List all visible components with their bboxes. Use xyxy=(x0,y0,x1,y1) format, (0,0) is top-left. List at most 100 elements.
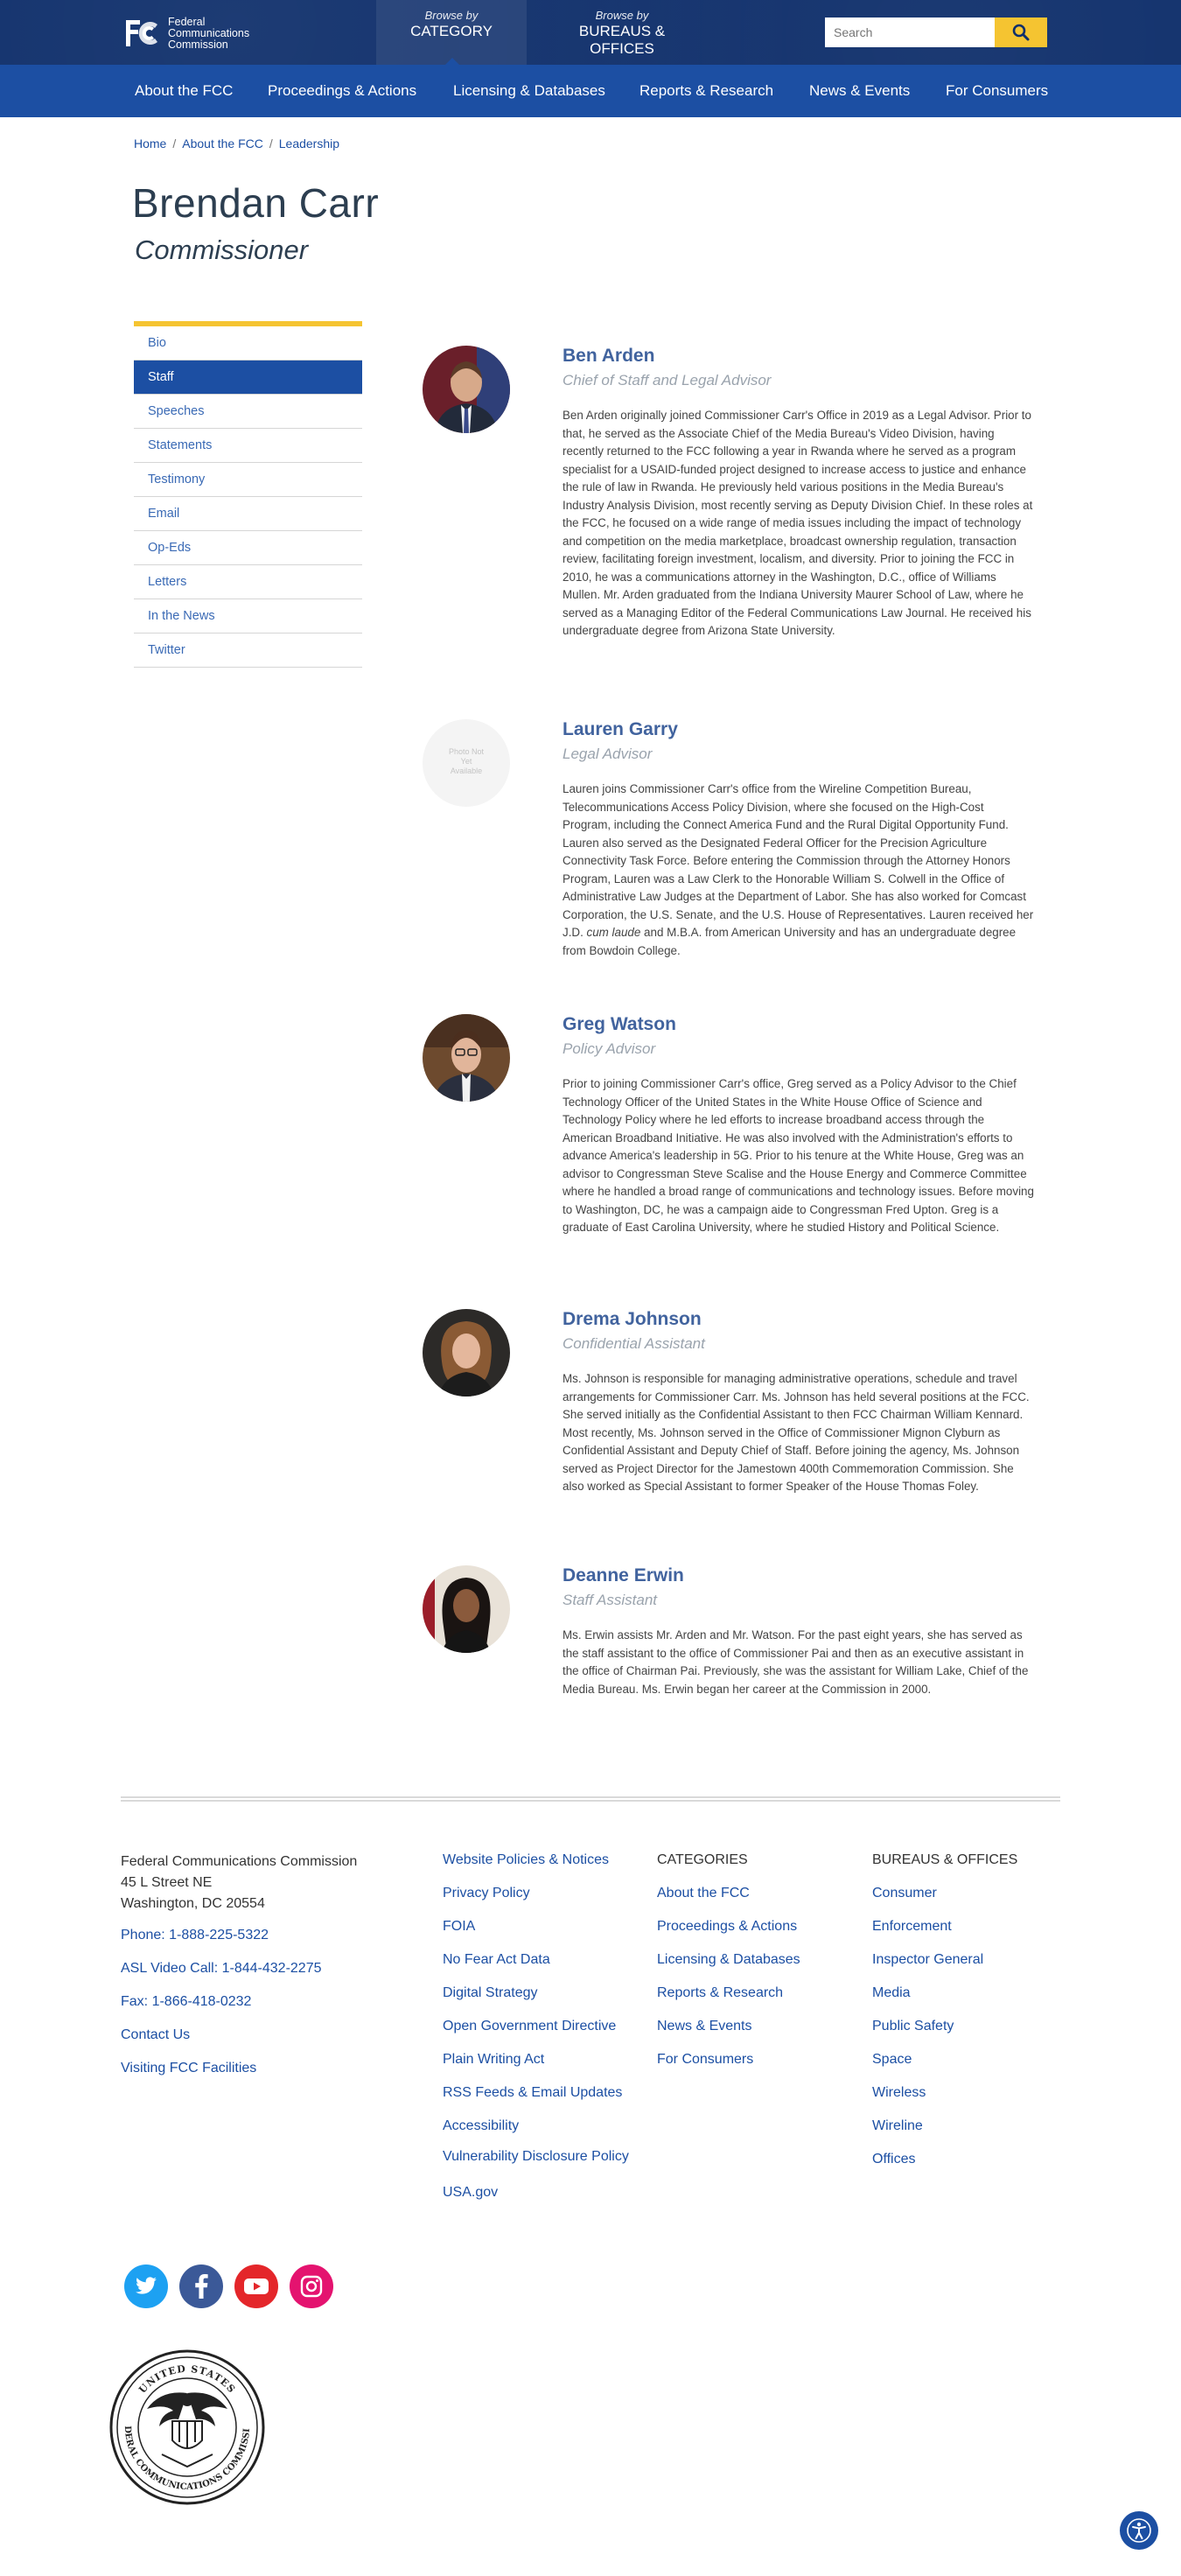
sidebar-item-twitter[interactable]: Twitter xyxy=(134,634,362,668)
nav-about[interactable]: About the FCC xyxy=(135,65,233,117)
footer-category-link[interactable]: Reports & Research xyxy=(657,1984,800,2001)
footer-bureau-link[interactable]: Enforcement xyxy=(872,1918,1017,1935)
site-header: Federal Communications Commission Browse… xyxy=(0,0,1181,66)
sidebar-item-staff[interactable]: Staff xyxy=(134,360,362,395)
sidebar-nav: Bio Staff Speeches Statements Testimony … xyxy=(134,321,362,668)
sidebar-item-testimony[interactable]: Testimony xyxy=(134,463,362,497)
footer-bureau-link[interactable]: Space xyxy=(872,2051,1017,2068)
footer-bureau-link[interactable]: Offices xyxy=(872,2151,1017,2167)
logo-line: Communications xyxy=(168,26,250,39)
footer-link[interactable]: Plain Writing Act xyxy=(443,2051,631,2068)
footer-link[interactable]: Accessibility xyxy=(443,2118,631,2134)
breadcrumb-leadership[interactable]: Leadership xyxy=(279,136,339,150)
avatar xyxy=(423,1309,510,1396)
footer-category-link[interactable]: News & Events xyxy=(657,2018,800,2034)
youtube-icon[interactable] xyxy=(234,2264,278,2308)
nav-news[interactable]: News & Events xyxy=(809,65,910,117)
footer-visiting-link[interactable]: Visiting FCC Facilities xyxy=(121,2061,322,2094)
browse-title: BUREAUS & OFFICES xyxy=(578,23,666,57)
nav-proceedings[interactable]: Proceedings & Actions xyxy=(268,65,416,117)
accessibility-button[interactable] xyxy=(1120,2511,1158,2550)
footer-bureau-link[interactable]: Consumer xyxy=(872,1885,1017,1901)
twitter-icon[interactable] xyxy=(124,2264,168,2308)
browse-by-bureaus[interactable]: Browse by BUREAUS & OFFICES xyxy=(547,0,697,65)
fcc-logo-text: Federal Communications Commission xyxy=(168,16,250,51)
footer-link[interactable]: Website Policies & Notices xyxy=(443,1852,631,1868)
footer-link[interactable]: Digital Strategy xyxy=(443,1984,631,2001)
fcc-logo[interactable]: Federal Communications Commission xyxy=(122,16,297,51)
footer-contact-link[interactable]: Contact Us xyxy=(121,2027,322,2061)
sidebar-item-op-eds[interactable]: Op-Eds xyxy=(134,531,362,565)
breadcrumb-home[interactable]: Home xyxy=(134,136,166,150)
sidebar-item-speeches[interactable]: Speeches xyxy=(134,395,362,429)
staff-name: Deanne Erwin xyxy=(563,1565,684,1586)
footer-bureau-link[interactable]: Wireless xyxy=(872,2084,1017,2101)
staff-name: Drema Johnson xyxy=(563,1309,702,1329)
footer-link[interactable]: RSS Feeds & Email Updates xyxy=(443,2084,631,2101)
staff-bio: Ms. Johnson is responsible for managing … xyxy=(563,1372,1030,1493)
footer-link[interactable]: No Fear Act Data xyxy=(443,1951,631,1968)
browse-label: Browse by xyxy=(595,9,649,22)
sidebar-item-letters[interactable]: Letters xyxy=(134,565,362,599)
footer-category-link[interactable]: Licensing & Databases xyxy=(657,1951,800,1968)
footer-link[interactable]: Open Government Directive xyxy=(443,2018,631,2034)
footer-divider xyxy=(121,1796,1060,1802)
search-input[interactable] xyxy=(825,18,995,47)
sidebar-item-email[interactable]: Email xyxy=(134,497,362,531)
footer-categories: CATEGORIES About the FCC Proceedings & A… xyxy=(657,1852,800,2084)
sidebar-item-in-the-news[interactable]: In the News xyxy=(134,599,362,634)
avatar xyxy=(423,1565,510,1653)
main-nav: About the FCC Proceedings & Actions Lice… xyxy=(0,65,1181,117)
footer-bureau-link[interactable]: Public Safety xyxy=(872,2018,1017,2034)
footer-bureaus: BUREAUS & OFFICES Consumer Enforcement I… xyxy=(872,1852,1017,2184)
footer-fax-link[interactable]: Fax: 1-866-418-0232 xyxy=(121,1994,322,2027)
footer-street: 45 L Street NE xyxy=(121,1875,213,1890)
footer-category-link[interactable]: Proceedings & Actions xyxy=(657,1918,800,1935)
footer-asl-link[interactable]: ASL Video Call: 1-844-432-2275 xyxy=(121,1961,322,1994)
footer-link[interactable]: Vulnerability Disclosure Policy xyxy=(443,2146,631,2167)
facebook-icon[interactable] xyxy=(179,2264,223,2308)
footer-city: Washington, DC 20554 xyxy=(121,1896,265,1911)
footer-link[interactable]: FOIA xyxy=(443,1918,631,1935)
footer-link[interactable]: Privacy Policy xyxy=(443,1885,631,1901)
staff-role: Policy Advisor xyxy=(563,1040,656,1057)
staff-role: Legal Advisor xyxy=(563,746,653,762)
browse-label: Browse by xyxy=(424,9,479,22)
footer-link[interactable]: USA.gov xyxy=(443,2184,631,2201)
logo-line: Commission xyxy=(168,38,228,51)
fcc-logo-icon xyxy=(122,17,161,50)
breadcrumb-about[interactable]: About the FCC xyxy=(182,136,263,150)
staff-role: Chief of Staff and Legal Advisor xyxy=(563,372,772,388)
footer-bureau-link[interactable]: Wireline xyxy=(872,2118,1017,2134)
footer-bureaus-heading: BUREAUS & OFFICES xyxy=(872,1852,1018,1867)
footer-org-name: Federal Communications Commission xyxy=(121,1854,358,1869)
bio-text: Lauren joins Commissioner Carr's office … xyxy=(563,782,1034,939)
footer-bureau-link[interactable]: Inspector General xyxy=(872,1951,1017,1968)
footer-categories-heading: CATEGORIES xyxy=(657,1852,748,1867)
staff-name: Ben Arden xyxy=(563,346,655,366)
nav-licensing[interactable]: Licensing & Databases xyxy=(453,65,605,117)
search-button[interactable] xyxy=(995,18,1047,47)
footer-bureau-link[interactable]: Media xyxy=(872,1984,1017,2001)
footer-category-link[interactable]: About the FCC xyxy=(657,1885,800,1901)
sidebar-item-bio[interactable]: Bio xyxy=(134,326,362,360)
bio-italic-text: cum laude xyxy=(586,926,641,939)
fcc-seal-image: UNITED STATES FEDERAL COMMUNICATIONS COM… xyxy=(105,2342,265,2505)
footer-category-link[interactable]: For Consumers xyxy=(657,2051,800,2068)
photo-placeholder: Photo Not Yet Available xyxy=(423,719,510,807)
staff-bio: Prior to joining Commissioner Carr's off… xyxy=(563,1077,1034,1234)
breadcrumb: Home / About the FCC / Leadership xyxy=(134,136,340,150)
avatar xyxy=(423,1014,510,1102)
sidebar-item-statements[interactable]: Statements xyxy=(134,429,362,463)
browse-by-category[interactable]: Browse by CATEGORY xyxy=(376,0,527,66)
nav-consumers[interactable]: For Consumers xyxy=(946,65,1048,117)
search-form xyxy=(825,18,1047,47)
staff-bio: Ben Arden originally joined Commissioner… xyxy=(563,409,1033,637)
staff-bio: Lauren joins Commissioner Carr's office … xyxy=(563,780,1035,960)
nav-reports[interactable]: Reports & Research xyxy=(639,65,773,117)
accessibility-icon xyxy=(1127,2518,1151,2543)
footer-phone-link[interactable]: Phone: 1-888-225-5322 xyxy=(121,1928,322,1961)
staff-role: Staff Assistant xyxy=(563,1592,658,1608)
instagram-icon[interactable] xyxy=(290,2264,333,2308)
staff-role: Confidential Assistant xyxy=(563,1335,705,1352)
